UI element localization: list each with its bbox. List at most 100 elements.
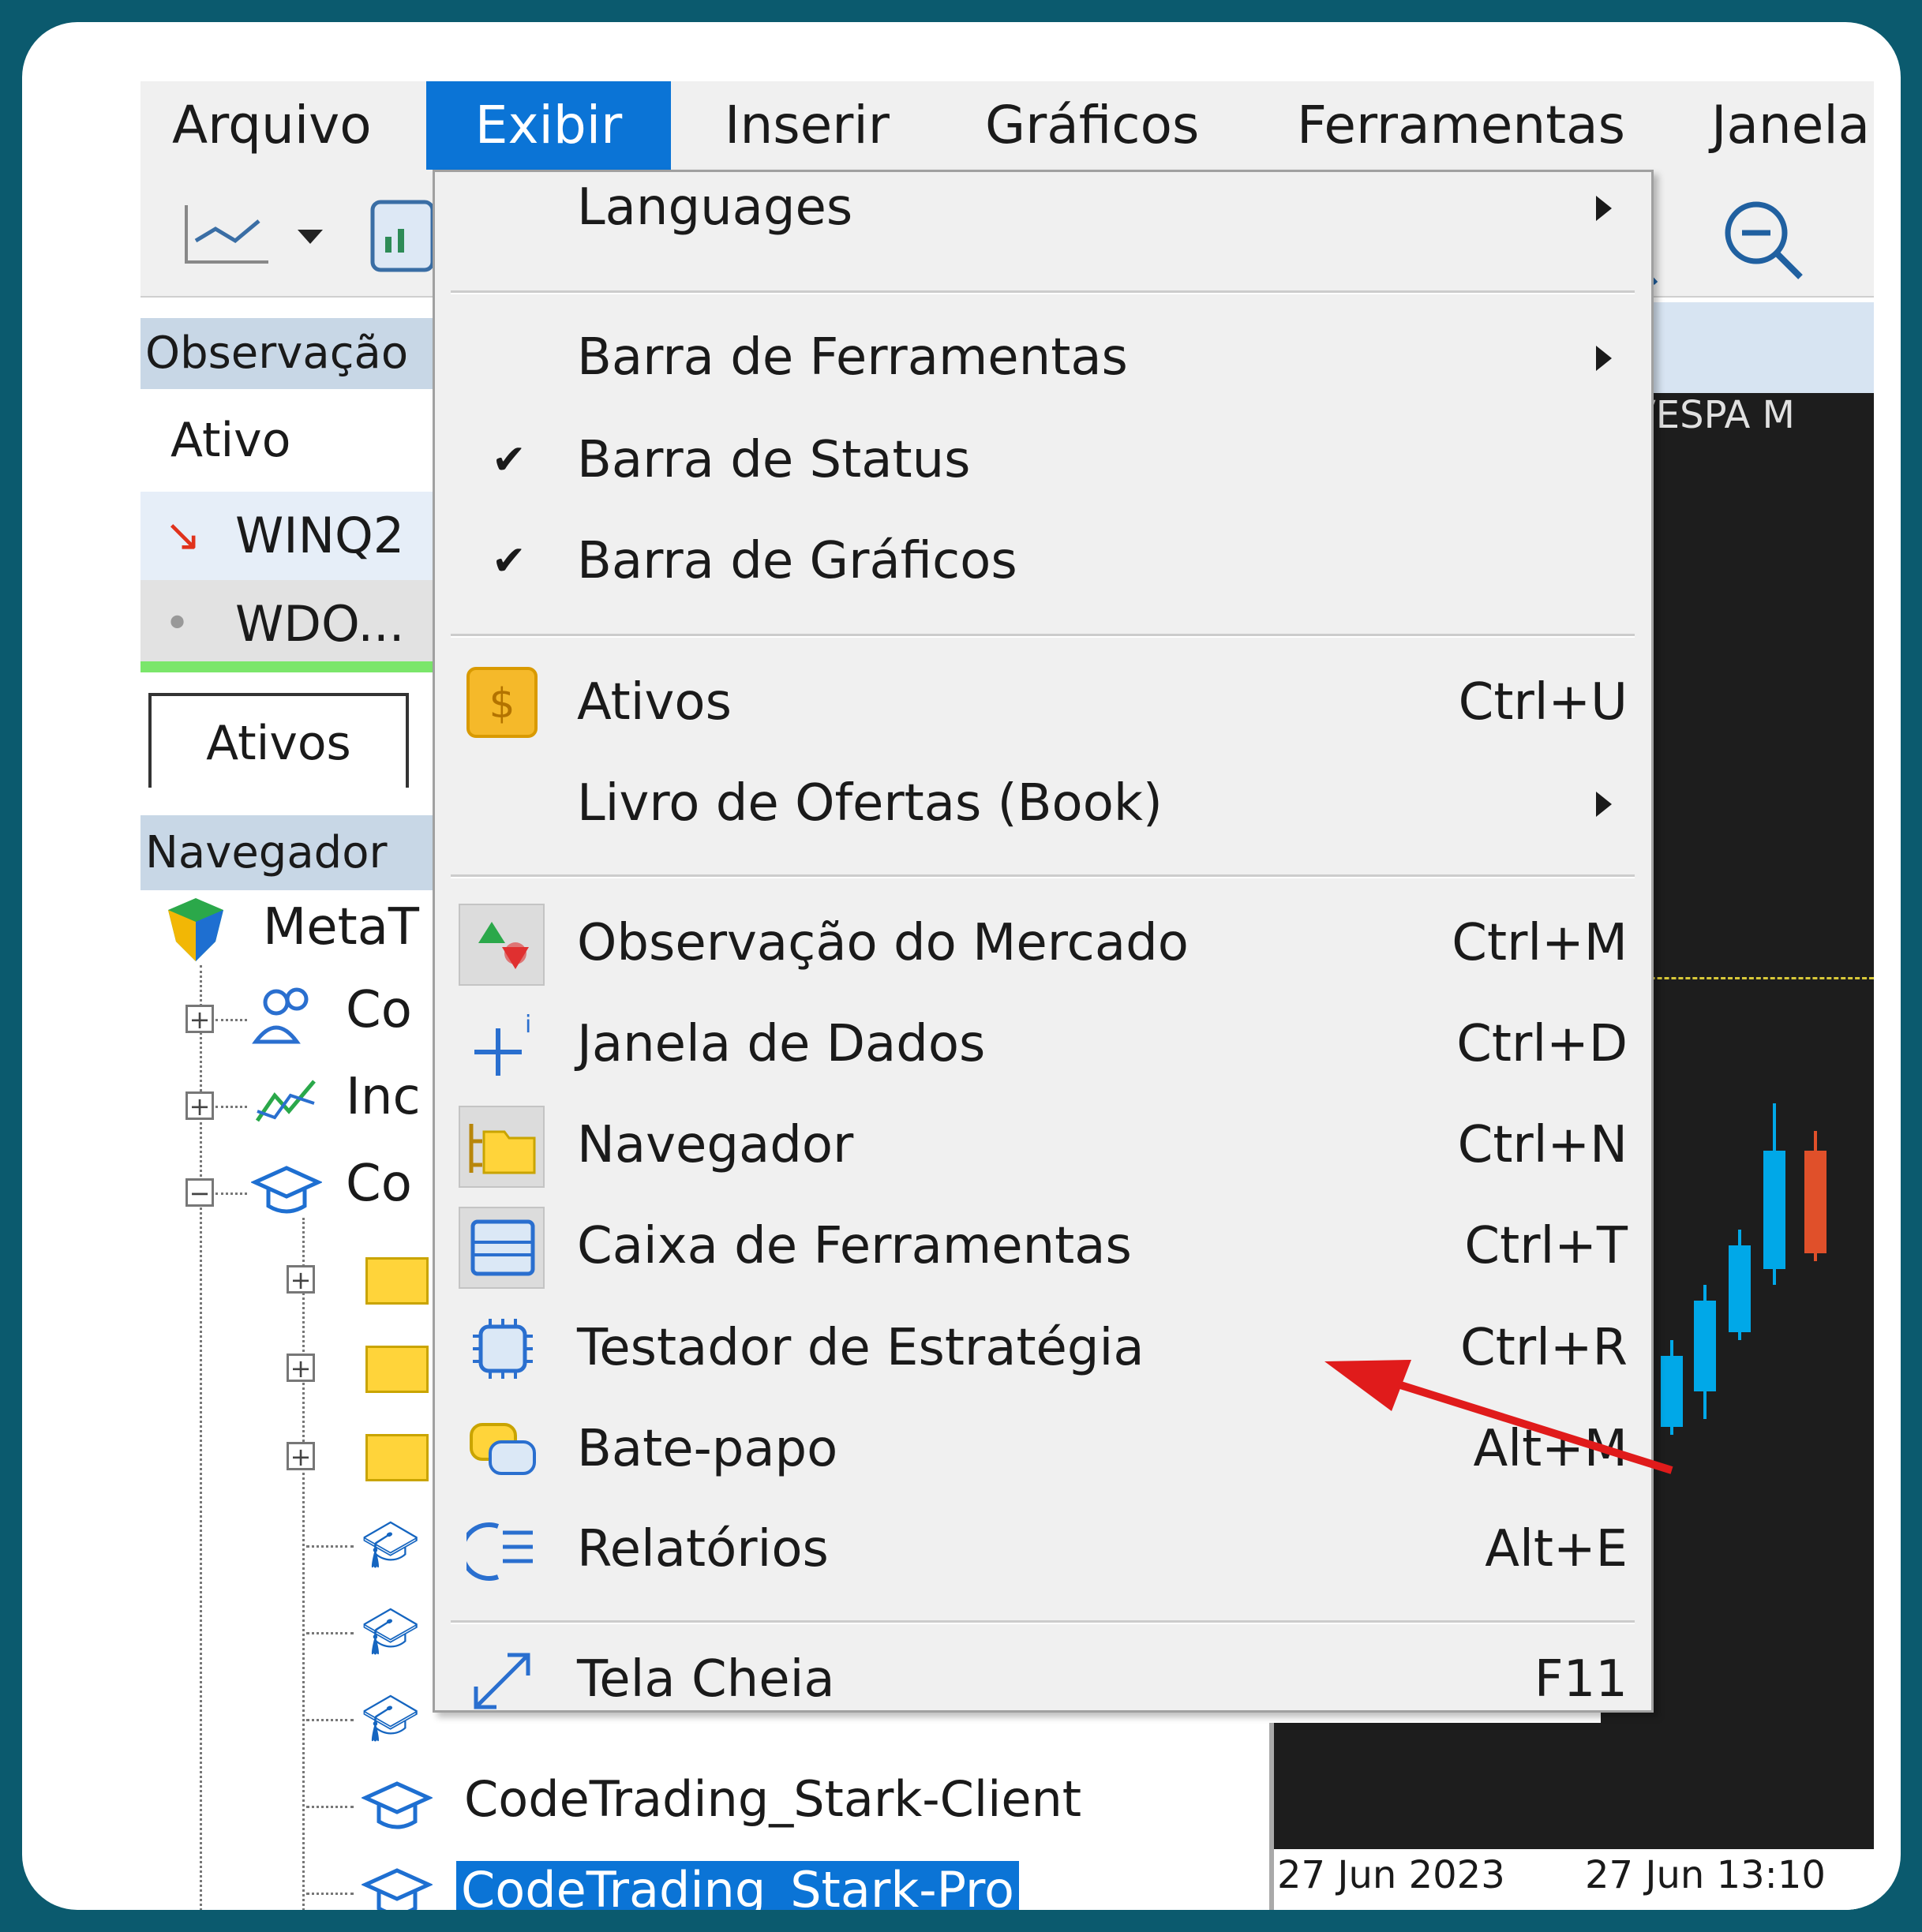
metatrader-logo-icon [168,898,223,961]
tree-line [215,1019,247,1021]
checkmark-icon: ✔ [492,436,526,484]
menu-item-toolbox[interactable]: Caixa de Ferramentas Ctrl+T [435,1195,1651,1297]
menu-item-label: Caixa de Ferramentas [577,1217,1132,1275]
view-menu-dropdown: Languages Barra de Ferramentas ✔ Barra d… [433,170,1654,1713]
menu-item-label: Relatórios [577,1520,829,1578]
menu-item-label: Ativos [577,673,732,732]
menu-item-label: Barra de Gráficos [577,532,1017,590]
menu-item-label: Languages [577,178,853,237]
menu-item-label: Janela de Dados [577,1015,986,1073]
menu-inserir[interactable]: Inserir [725,81,890,170]
menu-item-status-bar[interactable]: ✔ Barra de Status [435,409,1651,511]
folder-icon[interactable] [365,1346,429,1393]
chip-icon [473,1319,533,1379]
menu-item-label: Navegador [577,1116,854,1174]
graduation-cap-icon: 🎓︎ [362,1691,420,1745]
menu-separator [451,874,1635,878]
svg-text:i: i [525,1011,531,1039]
menu-item-label: Observação do Mercado [577,914,1189,972]
menu-item-shortcut: Alt+M [1473,1420,1628,1478]
menu-item-toolbars[interactable]: Barra de Ferramentas [435,306,1651,409]
tree-line [306,1632,354,1634]
menu-exibir[interactable]: Exibir [426,81,671,170]
date-label: 27 Jun 2023 [1277,1853,1505,1897]
collapse-icon[interactable]: − [185,1178,214,1207]
dot-icon: • [164,598,191,650]
menu-item-fullscreen[interactable]: Tela Cheia F11 [435,1589,1651,1709]
menu-item-navigator[interactable]: Navegador Ctrl+N [435,1094,1651,1196]
menu-separator [451,290,1635,294]
data-window-icon: i [474,1011,531,1076]
navigator-root[interactable]: MetaT [263,898,419,957]
navigator-indicators[interactable]: Inc [346,1068,421,1126]
expand-icon[interactable]: + [185,1005,214,1033]
menu-bar: Arquivo Exibir Inserir Gráficos Ferramen… [140,81,1874,170]
symbol-row[interactable]: ↘ WINQ2 [140,492,433,580]
menu-item-charts-bar[interactable]: ✔ Barra de Gráficos [435,510,1651,612]
menu-item-shortcut: F11 [1534,1650,1628,1709]
submenu-arrow-icon [1596,792,1612,817]
navigator-accounts[interactable]: Co [346,981,412,1039]
indicators-icon [255,1080,316,1122]
tree-line [215,1193,247,1195]
menu-item-shortcut: Ctrl+U [1458,673,1628,732]
submenu-arrow-icon [1596,196,1612,221]
terminal-window: Arquivo Exibir Inserir Gráficos Ferramen… [140,81,1874,1910]
menu-item-languages[interactable]: Languages [435,172,1651,275]
menu-item-book[interactable]: Livro de Ofertas (Book) [435,752,1651,855]
graduation-cap-icon: 🎓︎ [362,1518,420,1571]
menu-janela[interactable]: Janela [1711,81,1870,170]
expand-icon[interactable]: + [287,1354,315,1382]
tree-line [302,1218,305,1910]
expert-item-selected[interactable]: CodeTrading_Stark-Pro [456,1861,1019,1910]
expand-icon[interactable]: + [287,1442,315,1470]
dropdown-triangle-icon[interactable] [294,225,326,249]
menu-item-label: Barra de Ferramentas [577,328,1128,387]
menu-item-shortcut: Ctrl+M [1452,914,1628,972]
menu-item-shortcut: Alt+E [1485,1520,1628,1578]
svg-text:$: $ [489,680,515,728]
navigator-header: Navegador [140,815,433,890]
tab-ativos[interactable]: Ativos [148,693,409,788]
menu-arquivo[interactable]: Arquivo [172,81,372,170]
line-chart-icon[interactable] [180,197,275,268]
folder-icon[interactable] [365,1434,429,1481]
dollar-icon: $ [466,667,538,738]
symbol-row[interactable]: • WDO... [140,580,433,668]
menu-item-data-window[interactable]: i Janela de Dados Ctrl+D [435,993,1651,1095]
submenu-arrow-icon [1596,346,1612,371]
navigator-experts[interactable]: Co [346,1155,412,1213]
zoom-out-icon[interactable] [1715,193,1810,288]
menu-item-label: Testador de Estratégia [577,1319,1145,1377]
chart-footer-dark [1269,1723,1874,1849]
menu-item-shortcut: Ctrl+D [1456,1015,1628,1073]
menu-graficos[interactable]: Gráficos [985,81,1199,170]
chart-window-icon[interactable] [369,197,433,276]
reports-icon [466,1522,533,1581]
menu-item-market-watch[interactable]: Observação do Mercado Ctrl+M [435,892,1651,994]
symbol-label: WDO... [235,595,405,653]
menu-item-chat[interactable]: Bate-papo Alt+M [435,1398,1651,1500]
column-header-ativo[interactable]: Ativo [140,389,433,492]
expert-item[interactable]: CodeTrading_Stark-Client [464,1770,1081,1828]
arrow-down-icon: ↘ [164,510,201,561]
graduation-cap-icon: 🎓︎ [362,1604,420,1658]
menu-item-shortcut: Ctrl+T [1464,1217,1628,1275]
menu-item-label: Barra de Status [577,431,971,489]
menu-item-strategy-tester[interactable]: Testador de Estratégia Ctrl+R [435,1297,1651,1399]
expand-icon[interactable]: + [185,1091,214,1120]
fullscreen-icon [474,1653,530,1709]
graduation-cap-icon [362,1868,433,1910]
menu-item-reports[interactable]: Relatórios Alt+E [435,1498,1651,1601]
folder-icon[interactable] [365,1257,429,1305]
menu-item-shortcut: Ctrl+N [1457,1116,1628,1174]
menu-item-label: Tela Cheia [577,1650,835,1709]
menu-item-ativos[interactable]: $ Ativos Ctrl+U [435,651,1651,754]
market-watch-icon [478,922,529,969]
menu-ferramentas[interactable]: Ferramentas [1297,81,1625,170]
expand-icon[interactable]: + [287,1265,315,1294]
tree-line [306,1719,354,1721]
menu-item-shortcut: Ctrl+R [1460,1319,1628,1377]
navigator-folder-icon [469,1124,536,1174]
date-label: 27 Jun 13:10 [1585,1853,1826,1897]
